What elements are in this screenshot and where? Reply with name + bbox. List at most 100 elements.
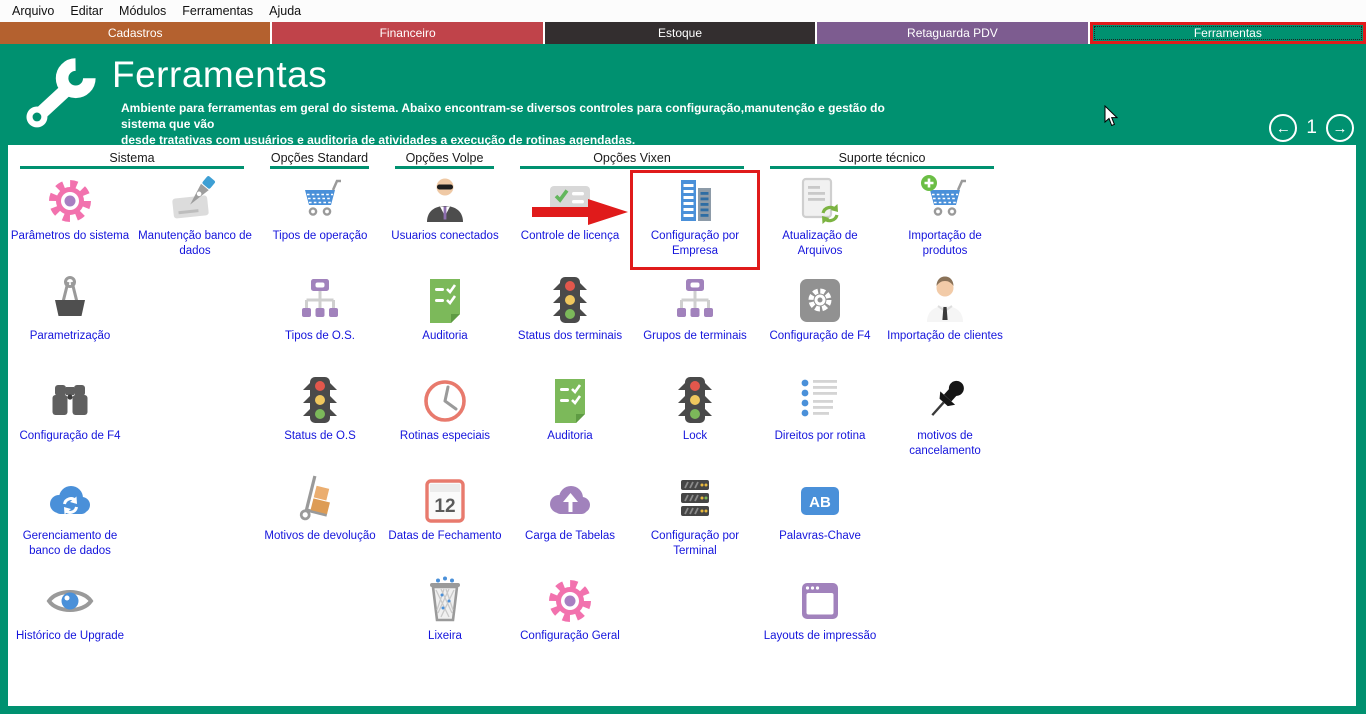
module-tabs: Cadastros Financeiro Estoque Retaguarda PDV… [0,22,1366,44]
page-title: Ferramentas [112,54,327,96]
tile-configuracao-de-f4[interactable]: Configuração de F4 [758,273,882,367]
gear-pink-icon [508,573,632,629]
tile-parametros-do-sistema[interactable]: Parâmetros do sistema [8,173,132,267]
tile-label: Atualização de Arquivos [758,229,882,259]
tile-rotinas-especiais[interactable]: Rotinas especiais [383,373,507,467]
tile-label: Tipos de operação [258,229,382,244]
tile-auditoria[interactable]: Auditoria [383,273,507,367]
tile-importacao-de-produtos[interactable]: Importação de produtos [883,173,1007,267]
trash-bin-icon [383,573,507,629]
tile-layouts-de-impressao[interactable]: Layouts de impressão [758,573,882,667]
tile-label: Motivos de devolução [258,529,382,544]
tile-direitos-por-rotina[interactable]: Direitos por rotina [758,373,882,467]
binder-clip-icon [8,273,132,329]
ab-keywords-icon: AB [758,473,882,529]
tile-usuarios-conectados[interactable]: Usuarios conectados [383,173,507,267]
tile-label: Configuração por Terminal [633,529,757,559]
wrench-icon [16,52,104,140]
tile-controle-de-licenca[interactable]: Controle de licença [508,173,632,267]
tab-label: Estoque [658,26,702,40]
cart-blue-icon [258,173,382,229]
tools-panel: SistemaOpções StandardOpções VolpeOpções… [8,145,1356,706]
tile-manutencao-banco-de-dados[interactable]: Manutenção banco de dados [133,173,257,267]
menu-item-ajuda[interactable]: Ajuda [261,2,309,20]
tile-label: Configuração por Empresa [633,229,757,259]
tile-gerenciamento-de-banco-de-dados[interactable]: Gerenciamento de banco de dados [8,473,132,567]
tile-status-dos-terminais[interactable]: Status dos terminais [508,273,632,367]
tile-status-de-o-s[interactable]: Status de O.S [258,373,382,467]
tab-retaguarda-pdv[interactable]: Retaguarda PDV [817,22,1087,44]
server-stack-icon [633,473,757,529]
tile-atualizacao-de-arquivos[interactable]: Atualização de Arquivos [758,173,882,267]
bullet-list-icon [758,373,882,429]
tile-configuracao-de-f4[interactable]: Configuração de F4 [8,373,132,467]
tile-label: Configuração de F4 [758,329,882,344]
user-clerk-icon [883,273,1007,329]
tile-label: Lock [633,429,757,444]
tile-configuracao-geral[interactable]: Configuração Geral [508,573,632,667]
tile-configuracao-por-terminal[interactable]: Configuração por Terminal [633,473,757,567]
tile-label: Lixeira [383,629,507,644]
menubar: ArquivoEditarMódulosFerramentasAjuda [0,0,1366,22]
tab-label: Financeiro [380,26,436,40]
tile-label: Palavras-Chave [758,529,882,544]
pagination: ← 1 → [1269,114,1354,142]
tile-carga-de-tabelas[interactable]: Carga de Tabelas [508,473,632,567]
page-description: Ambiente para ferramentas em geral do si… [121,100,911,148]
checklist-green-icon [383,273,507,329]
tile-parametrizacao[interactable]: Parametrização [8,273,132,367]
arrow-left-circle-icon[interactable]: ← [1269,114,1297,142]
tile-importacao-de-clientes[interactable]: Importação de clientes [883,273,1007,367]
tile-label: Status de O.S [258,429,382,444]
tab-financeiro[interactable]: Financeiro [272,22,542,44]
tab-cadastros[interactable]: Cadastros [0,22,270,44]
tab-estoque[interactable]: Estoque [545,22,815,44]
binoculars-icon [8,373,132,429]
arrow-right-circle-icon[interactable]: → [1326,114,1354,142]
page-number: 1 [1306,117,1317,139]
menu-item-ferramentas[interactable]: Ferramentas [174,2,261,20]
tile-label: Configuração de F4 [8,429,132,444]
menu-item-editar[interactable]: Editar [62,2,111,20]
tile-label: Controle de licença [508,229,632,244]
tile-label: Histórico de Upgrade [8,629,132,644]
hero-header: Ferramentas Ambiente para ferramentas em… [0,44,1366,145]
tile-label: Layouts de impressão [758,629,882,644]
group-header-opcoes-standard: Opções Standard [270,148,369,169]
menu-item-modulos[interactable]: Módulos [111,2,174,20]
tab-label: Retaguarda PDV [907,26,998,40]
tile-label: Carga de Tabelas [508,529,632,544]
tile-historico-de-upgrade[interactable]: Histórico de Upgrade [8,573,132,667]
cloud-upload-purple-icon [508,473,632,529]
tile-label: Parâmetros do sistema [8,229,132,244]
tile-label: Grupos de terminais [633,329,757,344]
tile-motivos-de-cancelamento[interactable]: motivos de cancelamento [883,373,1007,467]
hierarchy-purple-icon [258,273,382,329]
license-card-icon [508,173,632,229]
traffic-light-icon [508,273,632,329]
tile-label: motivos de cancelamento [883,429,1007,459]
tile-tipos-de-operacao[interactable]: Tipos de operação [258,173,382,267]
eye-blue-icon [8,573,132,629]
tab-ferramentas[interactable]: Ferramentas [1090,22,1366,44]
checklist-green-icon [508,373,632,429]
tile-lock[interactable]: Lock [633,373,757,467]
tile-label: Gerenciamento de banco de dados [8,529,132,559]
cloud-sync-blue-icon [8,473,132,529]
tile-grupos-de-terminais[interactable]: Grupos de terminais [633,273,757,367]
group-header-suporte-tecnico: Suporte técnico [770,148,994,169]
tile-auditoria[interactable]: Auditoria [508,373,632,467]
tile-lixeira[interactable]: Lixeira [383,573,507,667]
menu-item-arquivo[interactable]: Arquivo [4,2,62,20]
tab-label: Cadastros [108,26,163,40]
tab-label: Ferramentas [1194,26,1262,40]
tile-configuracao-por-empresa[interactable]: Configuração por Empresa [633,173,757,267]
calendar-12-icon: 12 [383,473,507,529]
tile-tipos-de-o-s[interactable]: Tipos de O.S. [258,273,382,367]
tile-label: Direitos por rotina [758,429,882,444]
tile-palavras-chave[interactable]: ABPalavras-Chave [758,473,882,567]
content-frame: Ferramentas Ambiente para ferramentas em… [0,44,1366,714]
tile-motivos-de-devolucao[interactable]: Motivos de devolução [258,473,382,567]
tile-datas-de-fechamento[interactable]: 12Datas de Fechamento [383,473,507,567]
group-header-sistema: Sistema [20,148,244,169]
